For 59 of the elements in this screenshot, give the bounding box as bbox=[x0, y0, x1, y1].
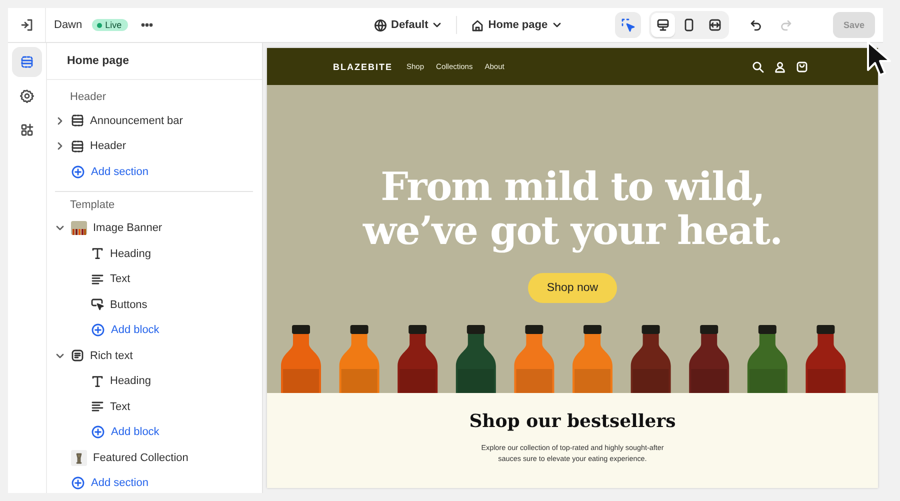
globe-icon bbox=[374, 18, 387, 32]
group-heading: Template bbox=[69, 198, 116, 212]
undo-icon bbox=[749, 18, 763, 32]
add-circle-icon bbox=[91, 323, 105, 338]
full-width-icon bbox=[708, 18, 722, 32]
text-lines-icon bbox=[91, 400, 104, 414]
section-layout-icon bbox=[71, 140, 84, 153]
heading-t-icon bbox=[91, 247, 104, 260]
panel-title: Home page bbox=[47, 43, 262, 80]
collection-thumbnail-icon bbox=[71, 450, 87, 466]
theme-name: Dawn bbox=[54, 19, 82, 31]
block-item[interactable]: Heading bbox=[55, 241, 253, 266]
desktop-icon bbox=[656, 18, 670, 32]
cart-bag-icon[interactable] bbox=[796, 60, 808, 72]
chevron-down-icon bbox=[552, 20, 562, 30]
section-heading: Shop our bestsellers bbox=[469, 411, 676, 432]
heading-t-icon bbox=[91, 374, 104, 388]
mobile-icon bbox=[682, 18, 696, 32]
section-item[interactable]: Header bbox=[55, 134, 253, 159]
inspect-button[interactable] bbox=[615, 12, 641, 38]
inspect-cursor-icon bbox=[621, 18, 635, 32]
add-circle-icon bbox=[71, 164, 85, 179]
desktop-view-button[interactable] bbox=[651, 13, 675, 37]
search-icon[interactable] bbox=[752, 60, 764, 72]
account-icon[interactable] bbox=[774, 60, 786, 72]
banner-thumbnail-icon bbox=[71, 221, 87, 236]
section-item[interactable]: Announcement bar bbox=[55, 108, 253, 134]
section-item[interactable]: Image Banner bbox=[55, 216, 253, 241]
home-icon bbox=[471, 18, 484, 32]
add-section-button[interactable]: Add section bbox=[55, 159, 253, 184]
block-item[interactable]: Heading bbox=[55, 368, 253, 394]
add-block-button[interactable]: Add block bbox=[55, 318, 253, 343]
add-section-button[interactable]: Add section bbox=[55, 470, 253, 493]
sections-icon bbox=[20, 55, 34, 69]
sections-tab[interactable] bbox=[12, 47, 42, 77]
section-item[interactable]: Rich text bbox=[55, 343, 253, 368]
section-layout-icon bbox=[71, 114, 84, 128]
page-selector[interactable]: Home page bbox=[467, 16, 566, 34]
status-badge: Live bbox=[92, 19, 128, 31]
block-item[interactable]: Text bbox=[55, 266, 253, 292]
text-document-icon bbox=[71, 349, 84, 362]
block-item[interactable]: Buttons bbox=[55, 292, 253, 318]
section-item[interactable]: Featured Collection bbox=[55, 445, 253, 470]
settings-gear-icon bbox=[20, 89, 34, 103]
theme-selector[interactable]: Default bbox=[370, 16, 446, 34]
redo-icon bbox=[779, 18, 793, 32]
shop-now-button[interactable]: Shop now bbox=[528, 273, 618, 303]
chevron-down-icon bbox=[432, 20, 442, 30]
group-heading: Header bbox=[69, 90, 108, 105]
apps-icon bbox=[20, 123, 34, 137]
block-item[interactable]: Text bbox=[55, 394, 253, 420]
add-circle-icon bbox=[91, 425, 105, 440]
hero-heading: From mild to wild, we’ve got your heat. bbox=[362, 165, 782, 253]
add-circle-icon bbox=[71, 476, 85, 490]
button-pointer-icon bbox=[91, 298, 104, 312]
text-lines-icon bbox=[91, 272, 104, 286]
exit-icon bbox=[20, 18, 34, 32]
site-logo[interactable]: BLAZEBITE bbox=[333, 62, 392, 72]
add-block-button[interactable]: Add block bbox=[55, 420, 253, 445]
